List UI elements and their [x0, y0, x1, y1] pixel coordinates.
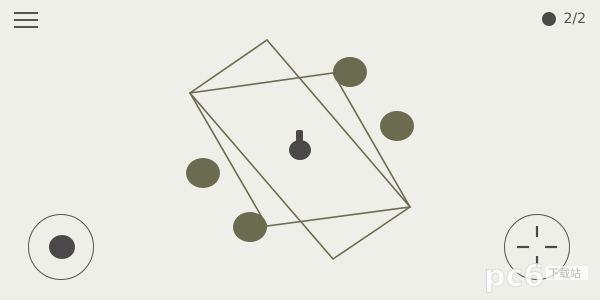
lives-counter-text: 2/2 — [563, 11, 586, 27]
target-node[interactable] — [380, 111, 414, 141]
hamburger-menu-icon[interactable] — [14, 12, 38, 28]
svg-text:下载站: 下载站 — [548, 266, 581, 280]
lives-counter: 2/2 — [542, 10, 586, 28]
pc6-watermark-logo: pc6 下载站 — [484, 259, 588, 295]
player-ship-icon — [289, 130, 311, 160]
move-joystick-button[interactable] — [28, 214, 94, 280]
svg-text:pc6: pc6 — [484, 259, 544, 294]
target-node[interactable] — [233, 212, 267, 242]
joystick-icon — [49, 235, 75, 259]
filled-dot-icon — [542, 12, 557, 26]
target-node[interactable] — [333, 57, 367, 87]
game-screen: 2/2 pc6 下载站 — [0, 0, 600, 300]
target-node[interactable] — [186, 158, 220, 188]
